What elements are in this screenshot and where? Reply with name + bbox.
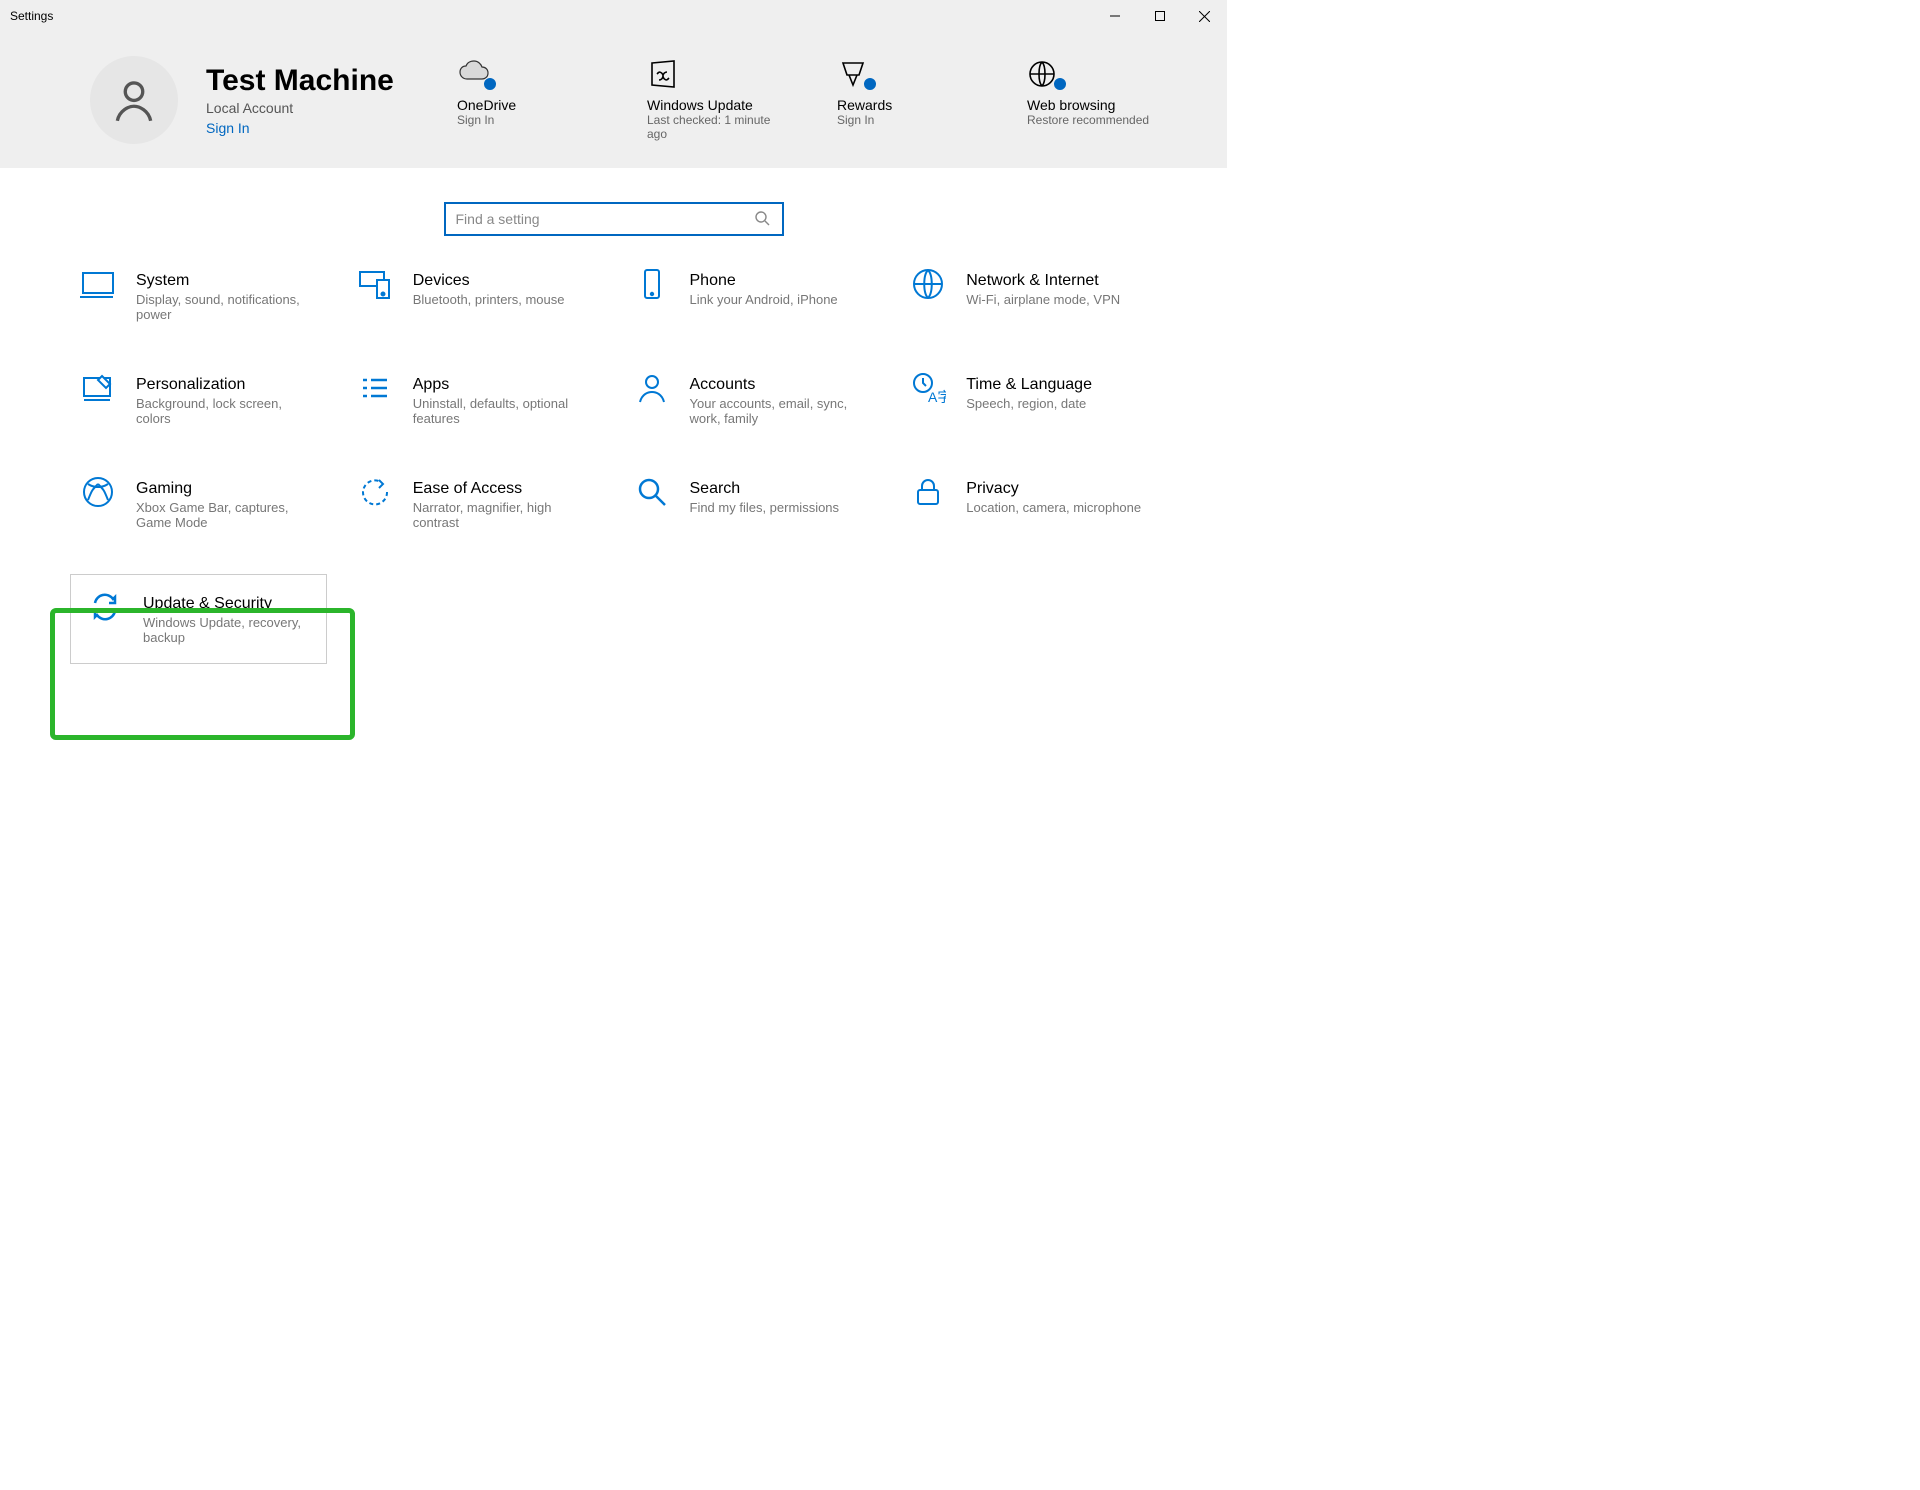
update-security-icon [83, 589, 127, 633]
category-system[interactable]: System Display, sound, notifications, po… [70, 262, 327, 330]
maximize-icon [1155, 11, 1165, 21]
maximize-button[interactable] [1137, 0, 1182, 32]
category-title: Devices [413, 272, 565, 290]
status-rewards[interactable]: Rewards Sign In [837, 59, 977, 141]
status-onedrive[interactable]: OneDrive Sign In [457, 59, 597, 141]
personalization-icon [76, 370, 120, 414]
accounts-icon [630, 370, 674, 414]
category-sub: Your accounts, email, sync, work, family [690, 396, 870, 426]
category-sub: Xbox Game Bar, captures, Game Mode [136, 500, 316, 530]
category-title: Apps [413, 376, 593, 394]
titlebar: Settings [0, 0, 1227, 32]
status-rewards-sub: Sign In [837, 113, 977, 127]
category-sub: Uninstall, defaults, optional features [413, 396, 593, 426]
category-sub: Bluetooth, printers, mouse [413, 292, 565, 307]
category-title: Phone [690, 272, 838, 290]
status-update-sub: Last checked: 1 minute ago [647, 113, 787, 141]
minimize-button[interactable] [1092, 0, 1137, 32]
category-sub: Find my files, permissions [690, 500, 840, 515]
category-title: Ease of Access [413, 480, 593, 498]
gaming-icon [76, 474, 120, 518]
window-title: Settings [10, 9, 1092, 23]
search-row [0, 168, 1227, 262]
status-browsing-sub: Restore recommended [1027, 113, 1167, 127]
category-phone[interactable]: Phone Link your Android, iPhone [624, 262, 881, 330]
globe-icon [1027, 59, 1067, 91]
category-title: System [136, 272, 316, 290]
onedrive-icon [457, 59, 497, 91]
search-box[interactable] [444, 202, 784, 236]
category-ease-of-access[interactable]: Ease of Access Narrator, magnifier, high… [347, 470, 604, 538]
category-title: Personalization [136, 376, 316, 394]
status-onedrive-title: OneDrive [457, 97, 597, 113]
system-icon [76, 266, 120, 310]
privacy-icon [906, 474, 950, 518]
category-personalization[interactable]: Personalization Background, lock screen,… [70, 366, 327, 434]
category-privacy[interactable]: Privacy Location, camera, microphone [900, 470, 1157, 538]
category-time-language[interactable]: A字 Time & Language Speech, region, date [900, 366, 1157, 434]
minimize-icon [1110, 11, 1120, 21]
account-block: Test Machine Local Account Sign In [206, 64, 457, 136]
category-search[interactable]: Search Find my files, permissions [624, 470, 881, 538]
status-items: OneDrive Sign In Windows Update Last che… [457, 59, 1167, 141]
close-icon [1199, 11, 1210, 22]
devices-icon [353, 266, 397, 310]
category-sub: Narrator, magnifier, high contrast [413, 500, 593, 530]
window-controls [1092, 0, 1227, 32]
category-title: Update & Security [143, 595, 314, 613]
category-title: Search [690, 480, 840, 498]
category-title: Accounts [690, 376, 870, 394]
category-update-security[interactable]: Update & Security Windows Update, recove… [70, 574, 327, 664]
category-sub: Location, camera, microphone [966, 500, 1141, 515]
search-input[interactable] [456, 204, 754, 234]
category-grid: System Display, sound, notifications, po… [0, 262, 1227, 664]
phone-icon [630, 266, 674, 310]
category-title: Network & Internet [966, 272, 1120, 290]
category-sub: Speech, region, date [966, 396, 1092, 411]
search-category-icon [630, 474, 674, 518]
person-icon [109, 75, 159, 125]
category-sub: Link your Android, iPhone [690, 292, 838, 307]
account-name: Test Machine [206, 64, 457, 98]
category-sub: Wi-Fi, airplane mode, VPN [966, 292, 1120, 307]
category-sub: Windows Update, recovery, backup [143, 615, 314, 645]
category-network[interactable]: Network & Internet Wi-Fi, airplane mode,… [900, 262, 1157, 330]
account-type: Local Account [206, 100, 457, 116]
status-update-title: Windows Update [647, 97, 787, 113]
svg-text:A字: A字 [928, 389, 946, 405]
close-button[interactable] [1182, 0, 1227, 32]
category-devices[interactable]: Devices Bluetooth, printers, mouse [347, 262, 604, 330]
apps-icon [353, 370, 397, 414]
status-onedrive-sub: Sign In [457, 113, 597, 127]
category-sub: Display, sound, notifications, power [136, 292, 316, 322]
network-icon [906, 266, 950, 310]
time-language-icon: A字 [906, 370, 950, 414]
status-web-browsing[interactable]: Web browsing Restore recommended [1027, 59, 1167, 141]
windows-update-icon [647, 59, 687, 91]
category-title: Time & Language [966, 376, 1092, 394]
category-title: Privacy [966, 480, 1141, 498]
category-title: Gaming [136, 480, 316, 498]
category-sub: Background, lock screen, colors [136, 396, 316, 426]
status-rewards-title: Rewards [837, 97, 977, 113]
search-icon [754, 210, 772, 228]
header-band: Test Machine Local Account Sign In OneDr… [0, 32, 1227, 168]
category-gaming[interactable]: Gaming Xbox Game Bar, captures, Game Mod… [70, 470, 327, 538]
rewards-icon [837, 59, 877, 91]
ease-of-access-icon [353, 474, 397, 518]
status-browsing-title: Web browsing [1027, 97, 1167, 113]
avatar[interactable] [90, 56, 178, 144]
category-accounts[interactable]: Accounts Your accounts, email, sync, wor… [624, 366, 881, 434]
category-apps[interactable]: Apps Uninstall, defaults, optional featu… [347, 366, 604, 434]
status-windows-update[interactable]: Windows Update Last checked: 1 minute ag… [647, 59, 787, 141]
account-signin-link[interactable]: Sign In [206, 120, 457, 136]
